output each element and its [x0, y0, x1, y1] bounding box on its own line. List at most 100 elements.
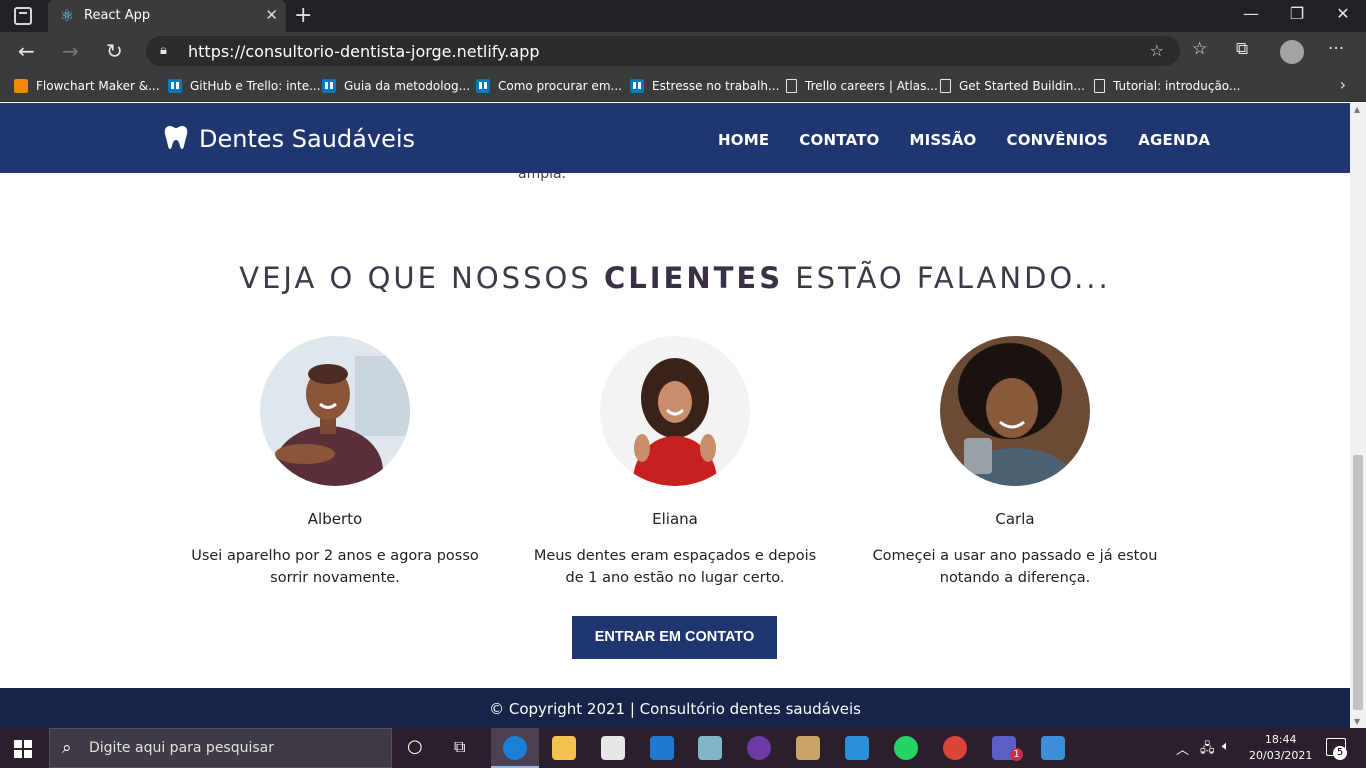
bookmark-label: Flowchart Maker &... [36, 79, 160, 93]
bookmark-label: Guia da metodolog... [344, 79, 471, 93]
client-quote: Começei a usar ano passado e já estou no… [872, 548, 1158, 586]
page-icon [786, 79, 797, 93]
more-icon[interactable]: ··· [1328, 39, 1344, 59]
bookmark-item[interactable]: Guia da metodolog... [322, 77, 470, 95]
photos-icon[interactable] [1041, 736, 1065, 760]
title-part: ESTÃO FALANDO... [783, 261, 1111, 295]
client-photo [260, 336, 410, 486]
page-icon [940, 79, 951, 93]
restore-icon[interactable]: ❐ [1274, 4, 1320, 23]
network-icon[interactable]: 🖧︎ [1200, 739, 1215, 761]
close-window-icon[interactable]: ✕ [1320, 4, 1366, 23]
taskbar-clock[interactable]: 18:44 20/03/2021 [1249, 732, 1312, 764]
volume-icon[interactable]: 🔈︎ [1222, 739, 1230, 754]
client-quote: Usei aparelho por 2 anos e agora posso s… [191, 548, 479, 586]
bookmark-label: Get Started Buildin... [959, 79, 1085, 93]
site-navbar: Dentes Saudáveis HOME CONTATO MISSÃO CON… [0, 103, 1350, 173]
client-quote: Meus dentes eram espaçados e depois de 1… [533, 548, 817, 586]
tab-actions-icon[interactable] [14, 7, 32, 25]
nav-missao[interactable]: MISSÃO [910, 131, 977, 149]
search-placeholder: Digite aqui para pesquisar [89, 740, 275, 756]
add-favorite-icon[interactable]: ☆ [1150, 41, 1164, 60]
bookmark-item[interactable]: Trello careers | Atlas... [786, 77, 938, 95]
minimize-icon[interactable]: — [1228, 4, 1274, 23]
cortana-icon[interactable]: ○ [407, 736, 423, 757]
mail-icon[interactable] [650, 736, 674, 760]
section-title: VEJA O QUE NOSSOS CLIENTES ESTÃO FALANDO… [0, 261, 1350, 295]
testimonial-card: Eliana Meus dentes eram espaçados e depo… [525, 336, 825, 589]
collections-icon[interactable]: ⧉ [1236, 39, 1248, 59]
url-field[interactable]: 🔒︎ https://consultorio-dentista-jorge.ne… [146, 36, 1180, 66]
scroll-down-icon[interactable]: ▼ [1354, 717, 1360, 726]
bookmark-item[interactable]: Flowchart Maker &... [14, 77, 160, 95]
browser-tab[interactable]: ⚛ React App ✕ [48, 0, 286, 32]
github-desktop-icon[interactable] [747, 736, 771, 760]
nav-links: HOME CONTATO MISSÃO CONVÊNIOS AGENDA [718, 131, 1210, 149]
bookmark-label: Tutorial: introdução... [1113, 79, 1241, 93]
client-photo-image [940, 336, 1090, 486]
bookmark-item[interactable]: GitHub e Trello: inte... [168, 77, 321, 95]
vscode-icon[interactable] [845, 736, 869, 760]
client-photo [600, 336, 750, 486]
bookmark-item[interactable]: Tutorial: introdução... [1094, 77, 1240, 95]
contact-button[interactable]: ENTRAR EM CONTATO [572, 616, 777, 659]
bookmark-label: Estresse no trabalh... [652, 79, 780, 93]
search-icon: ⌕ [62, 738, 72, 758]
client-name: Carla [995, 510, 1035, 528]
close-tab-icon[interactable]: ✕ [265, 6, 278, 24]
favorites-icon[interactable]: ☆ [1192, 39, 1207, 59]
bookmarks-bar: Flowchart Maker &... GitHub e Trello: in… [0, 70, 1366, 102]
client-photo-image [260, 336, 410, 486]
trello-icon [322, 79, 336, 93]
refresh-icon[interactable]: ↻ [106, 39, 123, 63]
lock-icon[interactable]: 🔒︎ [160, 43, 167, 58]
testimonial-card: Alberto Usei aparelho por 2 anos e agora… [185, 336, 485, 589]
trello-icon [476, 79, 490, 93]
tab-title: React App [84, 8, 151, 23]
site-footer: © Copyright 2021 | Consultório dentes sa… [0, 688, 1350, 728]
nav-home[interactable]: HOME [718, 131, 769, 149]
notification-count: 5 [1333, 746, 1347, 760]
windows-taskbar: ⌕ Digite aqui para pesquisar ○ ⧉ 1 ︿ 🖧︎ … [0, 728, 1366, 768]
page-viewport: ampla. Dentes Saudáveis HOME CONTATO MIS… [0, 103, 1350, 728]
forward-icon[interactable]: → [62, 39, 79, 63]
nav-contato[interactable]: CONTATO [799, 131, 879, 149]
bookmark-item[interactable]: Estresse no trabalh... [630, 77, 779, 95]
brand-name[interactable]: Dentes Saudáveis [199, 125, 415, 153]
back-icon[interactable]: ← [18, 39, 35, 63]
title-highlight: CLIENTES [603, 261, 784, 295]
scroll-up-icon[interactable]: ▲ [1354, 105, 1360, 114]
page-scrollbar[interactable]: ▲ ▼ [1350, 103, 1366, 728]
edge-icon[interactable] [503, 736, 527, 760]
app-icon[interactable] [698, 736, 722, 760]
chevron-up-icon[interactable]: ︿ [1176, 739, 1189, 758]
bookmark-item[interactable]: Como procurar em... [476, 77, 622, 95]
taskbar-search-box[interactable]: ⌕ Digite aqui para pesquisar [49, 728, 392, 768]
store-icon[interactable] [601, 736, 625, 760]
bookmark-label: Trello careers | Atlas... [805, 79, 938, 93]
windows-start-icon[interactable] [14, 740, 32, 758]
profile-avatar[interactable] [1280, 40, 1304, 64]
client-name: Eliana [652, 510, 698, 528]
chevron-right-icon[interactable]: › [1340, 75, 1346, 94]
clock-date: 20/03/2021 [1249, 749, 1313, 762]
bookmark-item[interactable]: Get Started Buildin... [940, 77, 1085, 95]
bookmark-label: Como procurar em... [498, 79, 622, 93]
title-part: VEJA O QUE NOSSOS [239, 261, 604, 295]
tooth-icon [164, 126, 188, 149]
file-explorer-icon[interactable] [552, 736, 576, 760]
nav-convenios[interactable]: CONVÊNIOS [1007, 131, 1109, 149]
scrollbar-thumb[interactable] [1353, 455, 1363, 710]
whatsapp-icon[interactable] [894, 736, 918, 760]
drawio-icon [14, 79, 28, 93]
chrome-icon[interactable] [943, 736, 967, 760]
react-icon: ⚛ [59, 6, 75, 25]
url-text: https://consultorio-dentista-jorge.netli… [188, 42, 540, 61]
nav-agenda[interactable]: AGENDA [1138, 131, 1210, 149]
task-view-icon[interactable]: ⧉ [454, 737, 465, 757]
new-tab-icon[interactable]: + [294, 3, 312, 28]
paint-icon[interactable] [796, 736, 820, 760]
page-icon [1094, 79, 1105, 93]
client-name: Alberto [307, 510, 363, 528]
trello-icon [630, 79, 644, 93]
